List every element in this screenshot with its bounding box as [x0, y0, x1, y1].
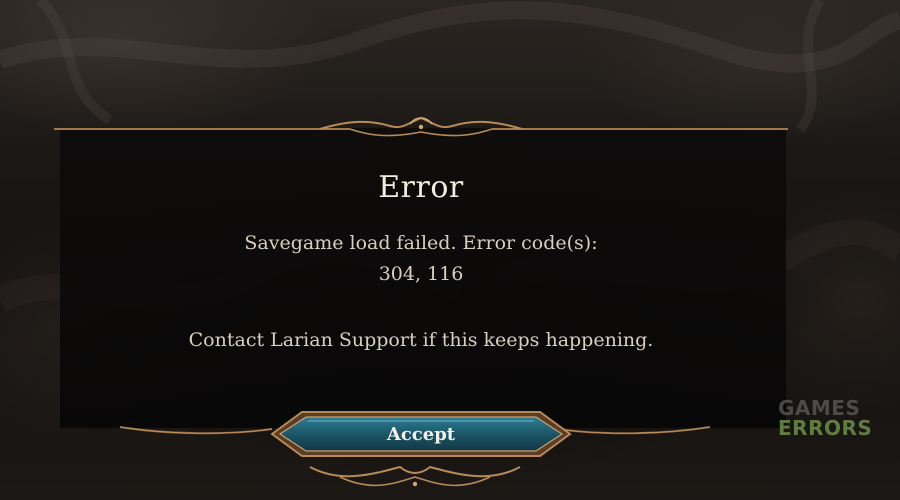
support-message: Contact Larian Support if this keeps hap… — [188, 329, 654, 351]
watermark-line2: ERRORS — [778, 416, 873, 440]
watermark-logo: GAMES ERRORS — [778, 396, 873, 440]
accept-button[interactable]: Accept — [268, 408, 574, 460]
dialog-title: Error — [378, 170, 464, 205]
watermark-line1: GAMES — [778, 396, 861, 420]
error-message: Savegame load failed. Error code(s): — [244, 232, 598, 254]
accept-button-label: Accept — [386, 423, 456, 445]
top-ornament-divider — [54, 116, 788, 137]
error-codes: 304, 116 — [378, 263, 464, 285]
